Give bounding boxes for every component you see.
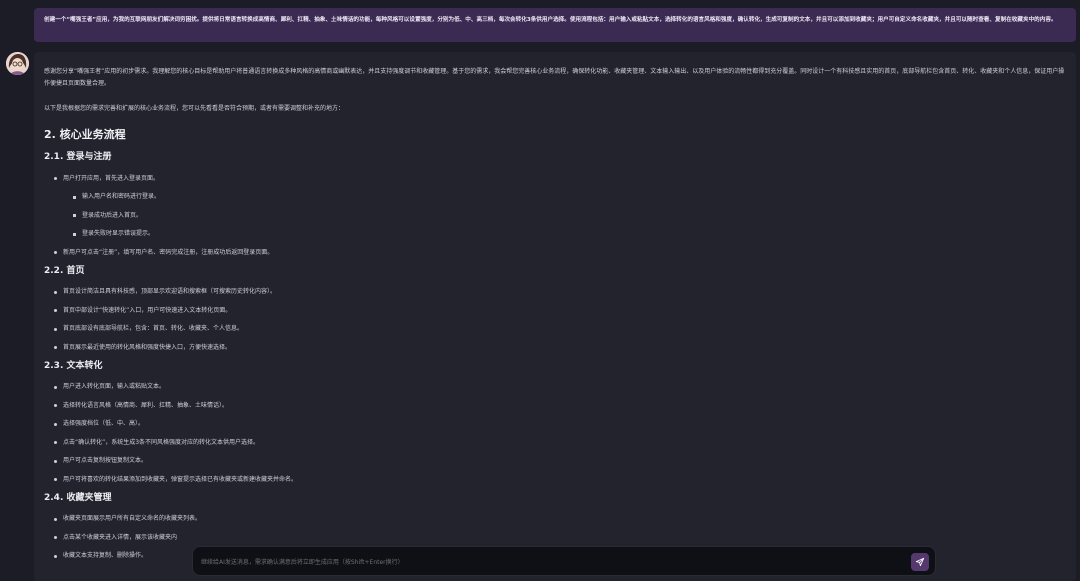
list-item: 用户打开应用，首先进入登录页面。 bbox=[44, 175, 1066, 183]
message-input[interactable] bbox=[201, 556, 891, 568]
list-item: 首页设计简洁且具有科技感，顶部显示欢迎语和搜索框（可搜索历史转化内容）。 bbox=[44, 288, 1066, 296]
login-list: 用户打开应用，首先进入登录页面。 输入用户名和密码进行登录。 登录成功后进入首页… bbox=[44, 175, 1066, 257]
send-button[interactable] bbox=[911, 553, 929, 571]
reply-lead: 以下是我根据您的需求完善和扩展的核心业务流程，您可以先看看是否符合预期，或者有需… bbox=[44, 105, 345, 112]
assistant-avatar bbox=[6, 52, 29, 75]
user-message-bubble: 创建一个“嘴强王者”应用，为我的互联网朋友们解决词穷困扰。提供将日常语言转换成高… bbox=[34, 8, 1076, 42]
reply-intro: 感谢您分享“嘴强王者”应用的初步需求。我理解您的核心目标是帮助用户将普通语言转换… bbox=[44, 68, 1065, 87]
list-item: 点击“确认转化”，系统生成3条不同风格强度对应的转化文本供用户选择。 bbox=[44, 439, 1066, 447]
section-heading: 2. 核心业务流程 bbox=[44, 128, 126, 141]
send-icon bbox=[915, 557, 925, 567]
list-item: 首页中部设计“快速转化”入口，用户可快速进入文本转化页面。 bbox=[44, 307, 1066, 315]
list-item: 选择转化语言风格（高情商、犀利、扛精、抽象、土味情话）。 bbox=[44, 402, 1066, 410]
list-item: 首页底部设有底部导航栏，包含：首页、转化、收藏夹、个人信息。 bbox=[44, 325, 1066, 333]
list-item: 用户进入转化页面，输入或粘贴文本。 bbox=[44, 383, 1066, 391]
assistant-reply: 感谢您分享“嘴强王者”应用的初步需求。我理解您的核心目标是帮助用户将普通语言转换… bbox=[34, 52, 1076, 581]
subsection-login-title: 2.1. 登录与注册 bbox=[44, 152, 112, 162]
home-list: 首页设计简洁且具有科技感，顶部显示欢迎语和搜索框（可搜索历史转化内容）。 首页中… bbox=[44, 288, 1066, 352]
list-item: 用户可将喜欢的转化结果添加到收藏夹，弹窗提示选择已有收藏夹或新建收藏夹并命名。 bbox=[44, 476, 1066, 484]
list-item: 新用户可点击“注册”，填写用户名、密码完成注册，注册成功后返回登录页面。 bbox=[44, 249, 1066, 257]
list-item: 登录失败时显示错误提示。 bbox=[44, 230, 1066, 238]
subsection-home-title: 2.2. 首页 bbox=[44, 265, 85, 276]
subsection-favorites-title: 2.4. 收藏夹管理 bbox=[44, 492, 112, 503]
list-item: 选择强度档位（低、中、高）。 bbox=[44, 420, 1066, 428]
list-item: 点击某个收藏夹进入详情，展示该收藏夹内 bbox=[44, 534, 1066, 542]
list-item: 收藏夹页面展示用户所有自定义命名的收藏夹列表。 bbox=[44, 515, 1066, 523]
avatar-icon bbox=[6, 52, 29, 75]
list-item: 首页展示最近使用的转化风格和强度快捷入口，方便快速选择。 bbox=[44, 344, 1066, 352]
list-item: 用户可点击复制按钮复制文本。 bbox=[44, 457, 1066, 465]
user-message-text: 创建一个“嘴强王者”应用，为我的互联网朋友们解决词穷困扰。提供将日常语言转换成高… bbox=[44, 17, 1057, 23]
subsection-convert-title: 2.3. 文本转化 bbox=[44, 360, 103, 371]
message-composer bbox=[192, 546, 936, 576]
list-item: 登录成功后进入首页。 bbox=[44, 212, 1066, 220]
list-item: 输入用户名和密码进行登录。 bbox=[44, 193, 1066, 201]
convert-list: 用户进入转化页面，输入或粘贴文本。 选择转化语言风格（高情商、犀利、扛精、抽象、… bbox=[44, 383, 1066, 484]
